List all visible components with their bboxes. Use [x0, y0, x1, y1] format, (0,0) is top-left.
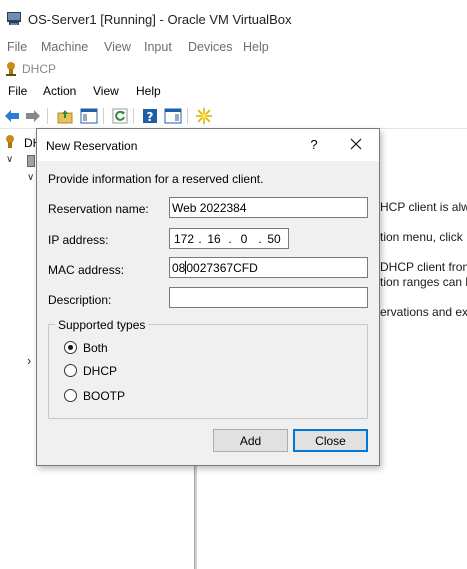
window-title: OS-Server1 [Running] - Oracle VM Virtual…	[28, 12, 292, 27]
radio-dhcp-label[interactable]: DHCP	[83, 364, 117, 378]
back-arrow-icon[interactable]	[3, 107, 21, 125]
show-action-pane-icon[interactable]	[164, 107, 182, 125]
dialog-intro: Provide information for a reserved clien…	[48, 172, 264, 186]
dhcp-app-icon	[6, 62, 16, 76]
ip-address-label: IP address:	[48, 233, 109, 247]
toolbar-separator	[103, 108, 104, 124]
pane-splitter[interactable]	[194, 464, 197, 569]
help-icon[interactable]: ?	[141, 107, 159, 125]
supported-types-label: Supported types	[55, 318, 149, 332]
dhcp-node-icon	[6, 135, 14, 148]
expand-chevron-icon[interactable]: ∨	[6, 154, 13, 165]
background-text: HCP client is alwa	[380, 200, 467, 214]
dhcp-menubar: File Action View Help	[0, 80, 467, 101]
expand-chevron-icon[interactable]: ∨	[27, 172, 34, 183]
background-text: tion ranges can b	[380, 275, 467, 289]
ip-address-input[interactable]: 172 . 16 . 0 . 50	[169, 228, 289, 249]
show-hide-tree-icon[interactable]	[80, 107, 98, 125]
server-node-icon	[27, 155, 35, 167]
background-text: ervations and ex	[380, 305, 467, 319]
dhcp-menu-view[interactable]: View	[93, 84, 119, 98]
ip-octet-1[interactable]: 172	[172, 232, 196, 246]
vbox-menu-help[interactable]: Help	[243, 40, 269, 54]
mac-address-input[interactable]: 080027367CFD	[169, 257, 368, 278]
mac-value-after-caret: 0027367CFD	[186, 261, 258, 275]
radio-bootp[interactable]	[64, 389, 77, 402]
virtualbox-titlebar: 2022 OS-Server1 [Running] - Oracle VM Vi…	[0, 0, 467, 38]
ip-octet-3[interactable]: 0	[232, 232, 256, 246]
virtualbox-menubar: File Machine View Input Devices Help	[0, 38, 467, 58]
dhcp-menu-file[interactable]: File	[8, 84, 27, 98]
background-text: tion menu, click	[380, 230, 463, 244]
new-reservation-dialog: New Reservation ? Provide information fo…	[36, 128, 380, 466]
description-input[interactable]	[169, 287, 368, 308]
close-button[interactable]: Close	[293, 429, 368, 452]
virtualbox-app-icon: 2022	[7, 12, 21, 26]
radio-bootp-label[interactable]: BOOTP	[83, 389, 125, 403]
dhcp-titlebar: DHCP	[0, 58, 467, 80]
dialog-help-button[interactable]: ?	[307, 137, 321, 152]
toolbar-separator	[187, 108, 188, 124]
forward-arrow-icon[interactable]	[24, 107, 42, 125]
radio-both[interactable]	[64, 341, 77, 354]
vbox-menu-input[interactable]: Input	[144, 40, 172, 54]
vbox-menu-view[interactable]: View	[104, 40, 131, 54]
toolbar-separator	[47, 108, 48, 124]
toolbar-separator	[133, 108, 134, 124]
ip-octet-2[interactable]: 16	[202, 232, 226, 246]
vbox-menu-file[interactable]: File	[7, 40, 27, 54]
dhcp-menu-help[interactable]: Help	[136, 84, 161, 98]
radio-dhcp[interactable]	[64, 364, 77, 377]
svg-text:2022: 2022	[10, 22, 18, 26]
vbox-menu-machine[interactable]: Machine	[41, 40, 88, 54]
dialog-close-icon[interactable]	[347, 135, 365, 153]
add-button[interactable]: Add	[213, 429, 288, 452]
refresh-icon[interactable]	[111, 107, 129, 125]
vbox-menu-devices[interactable]: Devices	[188, 40, 232, 54]
ip-octet-4[interactable]: 50	[262, 232, 286, 246]
svg-text:?: ?	[147, 110, 154, 124]
collapsed-chevron-icon[interactable]: ›	[27, 353, 31, 368]
reservation-name-input[interactable]: Web 2022384	[169, 197, 368, 218]
reservation-name-label: Reservation name:	[48, 202, 149, 216]
dhcp-window-title: DHCP	[22, 62, 57, 76]
up-folder-icon[interactable]	[56, 107, 74, 125]
dialog-title: New Reservation	[46, 139, 138, 153]
dhcp-menu-action[interactable]: Action	[43, 84, 76, 98]
radio-both-label[interactable]: Both	[83, 341, 108, 355]
background-text: DHCP client from	[380, 260, 467, 274]
new-star-icon[interactable]	[195, 107, 213, 125]
dhcp-toolbar: ?	[0, 103, 467, 129]
mac-address-label: MAC address:	[48, 263, 125, 277]
description-label: Description:	[48, 293, 112, 307]
dialog-titlebar[interactable]: New Reservation ?	[37, 129, 379, 161]
mac-value-before-caret: 08	[172, 261, 186, 275]
